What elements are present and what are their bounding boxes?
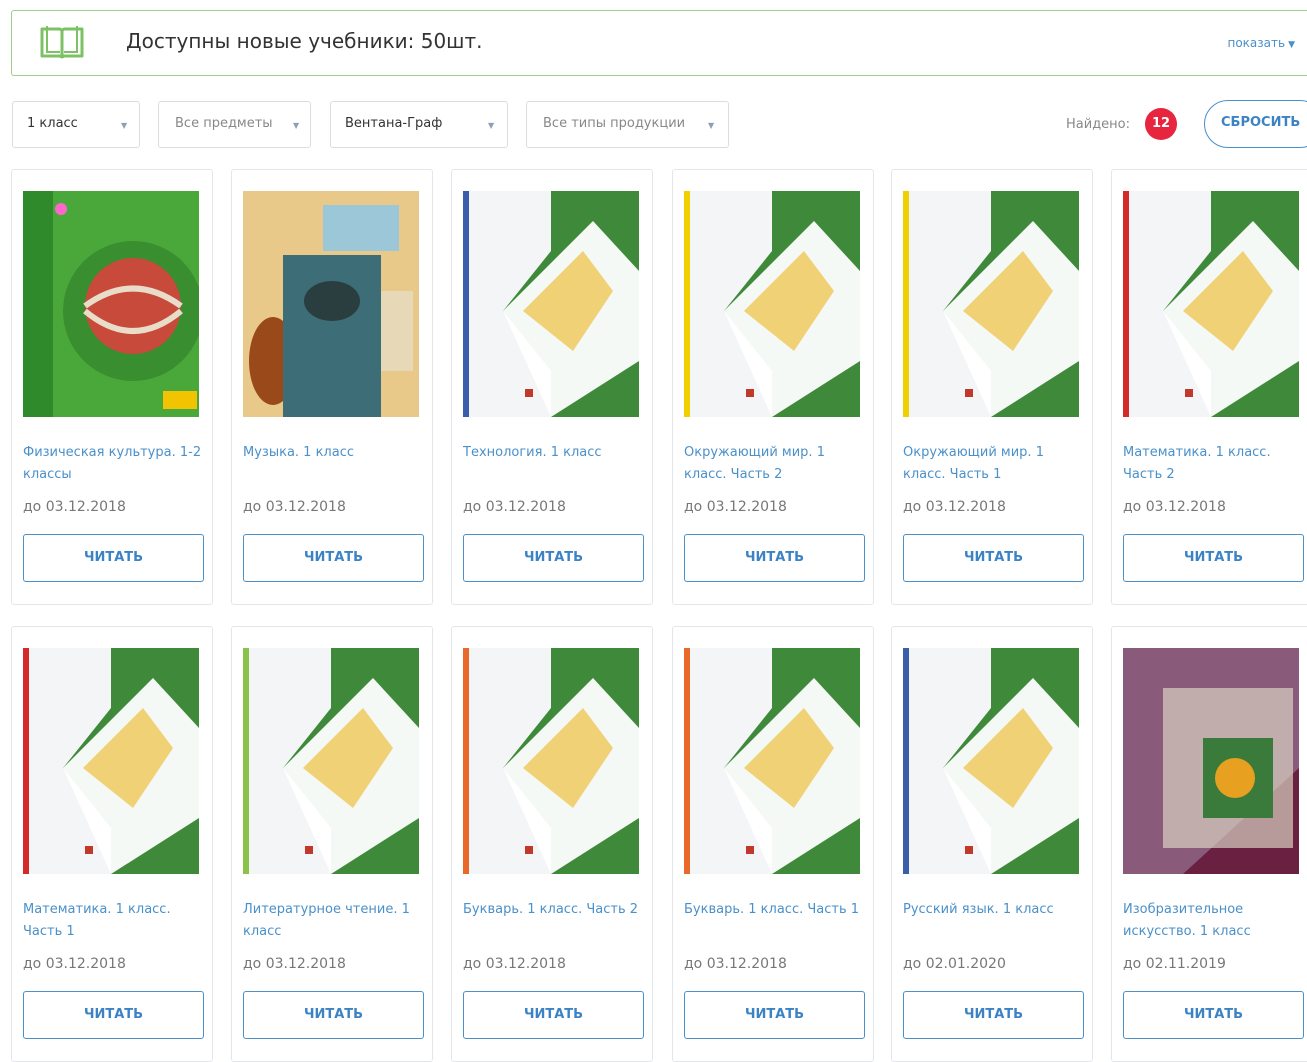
chevron-down-icon: ▼ <box>488 121 495 130</box>
read-button[interactable]: ЧИТАТЬ <box>903 991 1084 1039</box>
read-button[interactable]: ЧИТАТЬ <box>463 534 644 582</box>
chevron-down-icon: ▼ <box>293 121 300 130</box>
book-access-date: до 03.12.2018 <box>23 499 126 515</box>
book-cover-image[interactable] <box>684 648 860 874</box>
banner-text: Доступны новые учебники: 50шт. <box>126 29 483 53</box>
chevron-down-icon: ▼ <box>708 121 715 130</box>
book-title-link[interactable]: Букварь. 1 класс. Часть 1 <box>684 899 864 921</box>
book-access-date: до 03.12.2018 <box>903 499 1006 515</box>
textbook-card: Математика. 1 класс. Часть 1 до 03.12.20… <box>11 626 213 1062</box>
new-textbooks-banner: Доступны новые учебники: 50шт. показать ▼ <box>11 10 1307 76</box>
book-cover-image[interactable] <box>243 191 419 417</box>
show-link[interactable]: показать ▼ <box>1227 36 1295 50</box>
show-link-label: показать <box>1227 36 1286 50</box>
textbook-card: Окружающий мир. 1 класс. Часть 2 до 03.1… <box>672 169 874 605</box>
book-cover-image[interactable] <box>463 191 639 417</box>
textbook-card: Математика. 1 класс. Часть 2 до 03.12.20… <box>1111 169 1307 605</box>
read-button[interactable]: ЧИТАТЬ <box>23 534 204 582</box>
book-access-date: до 02.11.2019 <box>1123 956 1226 972</box>
book-title-link[interactable]: Окружающий мир. 1 класс. Часть 1 <box>903 442 1083 486</box>
book-title-link[interactable]: Технология. 1 класс <box>463 442 643 464</box>
book-access-date: до 03.12.2018 <box>463 499 566 515</box>
textbook-card: Физическая культура. 1-2 классы до 03.12… <box>11 169 213 605</box>
book-access-date: до 03.12.2018 <box>243 956 346 972</box>
reset-button[interactable]: СБРОСИТЬ <box>1204 100 1307 148</box>
book-cover-image[interactable] <box>463 648 639 874</box>
book-access-date: до 02.01.2020 <box>903 956 1006 972</box>
book-title-link[interactable]: Окружающий мир. 1 класс. Часть 2 <box>684 442 864 486</box>
book-title-link[interactable]: Литературное чтение. 1 класс <box>243 899 423 943</box>
read-button[interactable]: ЧИТАТЬ <box>1123 534 1304 582</box>
chevron-down-icon: ▼ <box>121 121 128 130</box>
subject-select[interactable]: Все предметы ▼ <box>158 101 311 148</box>
book-cover-image[interactable] <box>903 648 1079 874</box>
book-title-link[interactable]: Музыка. 1 класс <box>243 442 423 464</box>
book-access-date: до 03.12.2018 <box>684 956 787 972</box>
book-access-date: до 03.12.2018 <box>463 956 566 972</box>
book-cover-image[interactable] <box>1123 648 1299 874</box>
textbook-card: Букварь. 1 класс. Часть 1 до 03.12.2018 … <box>672 626 874 1062</box>
book-access-date: до 03.12.2018 <box>1123 499 1226 515</box>
read-button[interactable]: ЧИТАТЬ <box>23 991 204 1039</box>
book-access-date: до 03.12.2018 <box>684 499 787 515</box>
book-title-link[interactable]: Изобразительное искусство. 1 класс <box>1123 899 1303 943</box>
publisher-select[interactable]: Вентана-Граф ▼ <box>330 101 508 148</box>
textbook-card: Русский язык. 1 класс до 02.01.2020 ЧИТА… <box>891 626 1093 1062</box>
read-button[interactable]: ЧИТАТЬ <box>463 991 644 1039</box>
subject-select-value: Все предметы <box>175 116 273 131</box>
book-title-link[interactable]: Математика. 1 класс. Часть 2 <box>1123 442 1303 486</box>
book-cover-image[interactable] <box>1123 191 1299 417</box>
read-button[interactable]: ЧИТАТЬ <box>243 991 424 1039</box>
textbook-card: Изобразительное искусство. 1 класс до 02… <box>1111 626 1307 1062</box>
read-button[interactable]: ЧИТАТЬ <box>684 991 865 1039</box>
book-access-date: до 03.12.2018 <box>23 956 126 972</box>
chevron-down-icon: ▼ <box>1288 40 1295 50</box>
book-title-link[interactable]: Букварь. 1 класс. Часть 2 <box>463 899 643 921</box>
found-count-badge: 12 <box>1145 108 1177 140</box>
book-icon <box>40 26 84 59</box>
read-button[interactable]: ЧИТАТЬ <box>243 534 424 582</box>
product-type-select[interactable]: Все типы продукции ▼ <box>526 101 729 148</box>
book-title-link[interactable]: Математика. 1 класс. Часть 1 <box>23 899 203 943</box>
book-cover-image[interactable] <box>23 191 199 417</box>
book-access-date: до 03.12.2018 <box>243 499 346 515</box>
found-label: Найдено: <box>1066 117 1131 132</box>
book-cover-image[interactable] <box>684 191 860 417</box>
textbook-card: Окружающий мир. 1 класс. Часть 1 до 03.1… <box>891 169 1093 605</box>
read-button[interactable]: ЧИТАТЬ <box>684 534 865 582</box>
grade-select-value: 1 класс <box>27 116 78 131</box>
grade-select[interactable]: 1 класс ▼ <box>12 101 140 148</box>
textbook-card: Букварь. 1 класс. Часть 2 до 03.12.2018 … <box>451 626 653 1062</box>
book-title-link[interactable]: Русский язык. 1 класс <box>903 899 1083 921</box>
textbook-card: Музыка. 1 класс до 03.12.2018 ЧИТАТЬ <box>231 169 433 605</box>
publisher-select-value: Вентана-Граф <box>345 116 443 131</box>
book-title-link[interactable]: Физическая культура. 1-2 классы <box>23 442 203 486</box>
book-cover-image[interactable] <box>903 191 1079 417</box>
textbook-card: Технология. 1 класс до 03.12.2018 ЧИТАТЬ <box>451 169 653 605</box>
product-type-select-value: Все типы продукции <box>543 116 686 131</box>
book-cover-image[interactable] <box>23 648 199 874</box>
textbook-card: Литературное чтение. 1 класс до 03.12.20… <box>231 626 433 1062</box>
read-button[interactable]: ЧИТАТЬ <box>903 534 1084 582</box>
book-cover-image[interactable] <box>243 648 419 874</box>
read-button[interactable]: ЧИТАТЬ <box>1123 991 1304 1039</box>
